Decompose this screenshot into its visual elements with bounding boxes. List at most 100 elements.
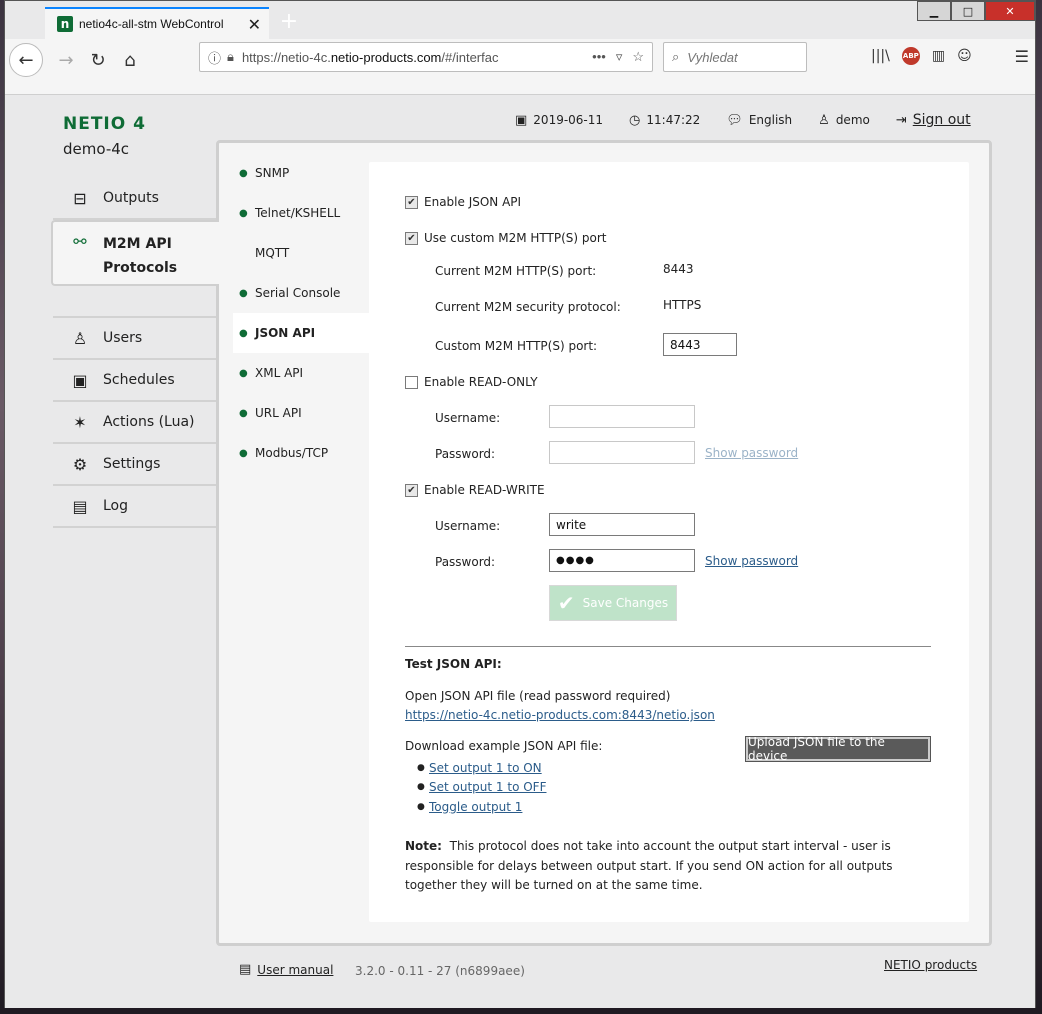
url-base: https://netio-4c.	[241, 49, 331, 65]
nav-label: Outputs	[103, 190, 159, 206]
custom-port-label: Custom M2M HTTP(S) port:	[435, 339, 598, 353]
netio-products-link[interactable]: NETIO products	[884, 958, 977, 972]
main-navigation: ⊟ Outputs ⚯ M2M API Protocols ♙ Users ▣ …	[51, 178, 219, 528]
json-api-form: ✔ Enable JSON API ✔ Use custom M2M HTTP(…	[369, 162, 969, 922]
upload-json-button[interactable]: Upload JSON file to the device	[745, 735, 931, 763]
nav-label: Settings	[103, 456, 161, 472]
sign-out-icon: ⇥	[895, 112, 907, 128]
netio-favicon-icon: n	[57, 16, 73, 32]
date-text: 2019-06-11	[533, 113, 604, 127]
user-icon: ♙	[72, 328, 88, 348]
user-manual-link[interactable]: ▤ User manual	[239, 962, 333, 977]
back-icon[interactable]: ←	[9, 43, 43, 77]
url-text[interactable]: https://netio-4c.netio-products.com/#/in…	[242, 50, 592, 65]
library-icon[interactable]: |||\	[871, 48, 890, 64]
browser-tab[interactable]: n netio4c-all-stm WebControl ✕	[45, 7, 269, 39]
custom-port-input[interactable]: 8443	[663, 333, 737, 356]
test-json-api-title: Test JSON API:	[405, 657, 502, 671]
enable-read-only-row: Enable READ-ONLY	[405, 375, 538, 389]
lock-warning-icon[interactable]: 🔒︎	[227, 49, 234, 65]
read-only-username-input[interactable]	[549, 405, 695, 428]
nav-label-line2: Protocols	[103, 260, 178, 276]
subnav-label: XML API	[255, 366, 304, 380]
window-close-icon[interactable]: ✕	[985, 1, 1035, 21]
open-json-link[interactable]: https://netio-4c.netio-products.com:8443…	[405, 708, 715, 722]
read-only-show-password-link[interactable]: Show password	[705, 446, 798, 460]
save-changes-label: Save Changes	[582, 596, 669, 610]
enabled-dot-icon: ●	[239, 207, 248, 219]
show-password-text: Show password	[705, 554, 799, 568]
set-output-on-link[interactable]: Set output 1 to ON	[429, 761, 542, 775]
nav-item-schedules[interactable]: ▣ Schedules	[53, 360, 217, 402]
menu-icon[interactable]: ☰	[1015, 47, 1029, 66]
read-write-show-password-link[interactable]: Show password	[705, 554, 798, 568]
read-only-password-label: Password:	[435, 447, 496, 461]
maximize-icon[interactable]: □	[951, 1, 985, 21]
nav-item-log[interactable]: ▤ Log	[53, 486, 217, 528]
read-write-password-input[interactable]: ●●●●	[549, 549, 695, 572]
checkmark-icon: ✔	[557, 591, 575, 615]
subnav-item-snmp[interactable]: ● SNMP	[237, 153, 371, 193]
enable-read-only-checkbox[interactable]	[405, 375, 418, 389]
search-bar[interactable]: ⌕	[663, 42, 807, 72]
user-display: ♙ demo	[818, 113, 870, 128]
title-bar: n netio4c-all-stm WebControl ✕ + ▁ □ ✕	[5, 1, 1035, 39]
enable-read-only-label: Enable READ-ONLY	[424, 375, 538, 389]
speech-bubble-icon: 💬︎	[726, 112, 743, 128]
enable-json-api-checkbox[interactable]: ✔	[405, 195, 418, 209]
subnav-item-xml-api[interactable]: ● XML API	[237, 353, 371, 393]
sign-out-link[interactable]: ⇥ Sign out	[896, 112, 971, 128]
nav-item-actions[interactable]: ✶ Actions (Lua)	[53, 402, 217, 444]
set-output-off-link[interactable]: Set output 1 to OFF	[429, 780, 546, 794]
url-bar[interactable]: ⓘ 🔒︎ https://netio-4c.netio-products.com…	[199, 42, 653, 72]
open-json-link-text: https://netio-4c.netio-products.com:8443…	[405, 708, 715, 722]
more-icon[interactable]: •••	[592, 49, 606, 65]
subnav-item-telnet[interactable]: ● Telnet/KSHELL	[237, 193, 371, 233]
subnav-label: URL API	[255, 406, 302, 420]
list-item: ● Set output 1 to OFF	[417, 780, 547, 795]
home-icon[interactable]: ⌂	[113, 43, 147, 77]
user-manual-text: User manual	[257, 962, 334, 977]
use-custom-port-checkbox[interactable]: ✔	[405, 231, 418, 245]
reload-icon[interactable]: ↻	[81, 43, 115, 77]
enabled-dot-icon: ●	[239, 407, 248, 419]
subnav-item-serial[interactable]: ● Serial Console	[237, 273, 371, 313]
info-icon[interactable]: ⓘ	[208, 48, 221, 67]
search-input[interactable]	[687, 49, 788, 65]
note-text: Note: This protocol does not take into a…	[405, 837, 931, 896]
minimize-icon[interactable]: ▁	[917, 1, 951, 21]
subnav-item-modbus[interactable]: ● Modbus/TCP	[237, 433, 371, 473]
nav-item-outputs[interactable]: ⊟ Outputs	[53, 178, 217, 220]
pocket-icon[interactable]: ▿	[616, 49, 623, 65]
adblock-icon[interactable]: ABP	[901, 47, 920, 65]
toggle-output-link[interactable]: Toggle output 1	[429, 800, 522, 814]
browser-window: n netio4c-all-stm WebControl ✕ + ▁ □ ✕ ←…	[4, 0, 1036, 1008]
save-changes-button[interactable]: ✔ Save Changes	[549, 585, 677, 621]
netio-logo[interactable]: NETIO 4	[63, 114, 146, 134]
subnav-item-json-api[interactable]: ● JSON API	[233, 313, 369, 353]
account-icon[interactable]: ☺	[957, 48, 972, 64]
gear-icon: ⚙	[72, 454, 88, 474]
nav-item-users[interactable]: ♙ Users	[53, 318, 217, 360]
star-icon[interactable]: ☆	[632, 49, 644, 65]
nav-item-settings[interactable]: ⚙ Settings	[53, 444, 217, 486]
calendar-icon: ▣	[72, 370, 88, 390]
sign-out-text: Sign out	[912, 112, 971, 128]
read-write-username-input[interactable]: write	[549, 513, 695, 536]
use-custom-port-row: ✔ Use custom M2M HTTP(S) port	[405, 231, 607, 245]
sidebar-icon[interactable]: ▥	[932, 48, 945, 64]
enable-read-write-checkbox[interactable]: ✔	[405, 483, 418, 497]
list-item: ● Set output 1 to ON	[417, 760, 542, 775]
forward-icon[interactable]: →	[49, 43, 83, 77]
calendar-icon: ▣	[515, 112, 528, 128]
security-protocol-label: Current M2M security protocol:	[435, 300, 621, 314]
nav-item-m2m-api[interactable]: ⚯ M2M API Protocols	[51, 220, 219, 286]
new-tab-icon[interactable]: +	[275, 7, 303, 35]
language-selector[interactable]: 💬︎ English	[726, 113, 792, 128]
read-only-password-input[interactable]	[549, 441, 695, 464]
subnav-item-url-api[interactable]: ● URL API	[237, 393, 371, 433]
tab-close-icon[interactable]: ✕	[248, 15, 261, 34]
browser-toolbar: ← → ↻ ⌂ ⓘ 🔒︎ https://netio-4c.netio-prod…	[5, 39, 1035, 95]
security-protocol-value: HTTPS	[663, 298, 702, 312]
subnav-item-mqtt[interactable]: MQTT	[237, 233, 371, 273]
